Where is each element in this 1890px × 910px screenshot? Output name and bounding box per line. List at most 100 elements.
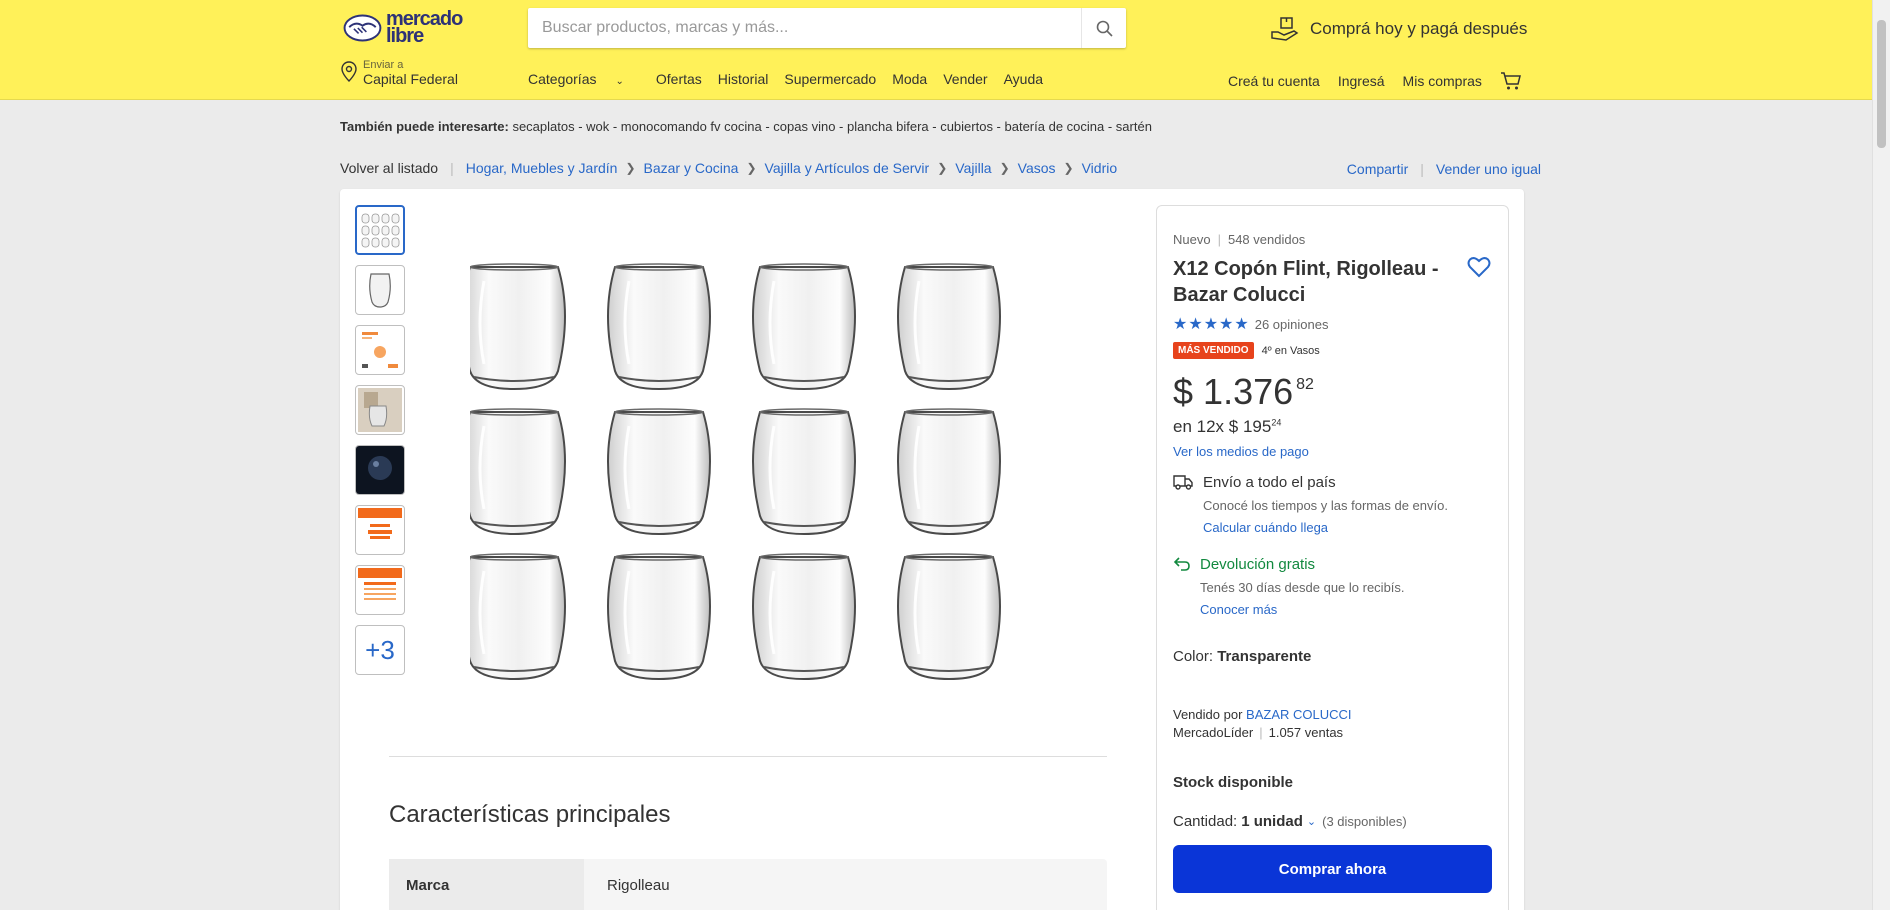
dark-photo-thumbnail	[356, 446, 404, 494]
seller-link[interactable]: BAZAR COLUCCI	[1246, 707, 1351, 722]
price-cents: 82	[1296, 376, 1314, 393]
chevron-right-icon: ❯	[937, 161, 948, 175]
account-nav: Creá tu cuenta Ingresá Mis compras	[1228, 71, 1522, 91]
breadcrumb-item[interactable]: Vasos	[1018, 160, 1056, 176]
breadcrumb-item[interactable]: Bazar y Cocina	[644, 160, 739, 176]
quantity-available: (3 disponibles)	[1322, 814, 1407, 829]
promo-banner[interactable]: Comprá hoy y pagá después	[1270, 14, 1527, 44]
favorite-button[interactable]	[1467, 256, 1491, 283]
product-main-image[interactable]	[462, 259, 1040, 689]
create-account-link[interactable]: Creá tu cuenta	[1228, 73, 1320, 89]
thumbnail-3[interactable]	[355, 325, 405, 375]
shipping-title: Envío a todo el país	[1203, 474, 1336, 491]
scrollbar-thumb[interactable]	[1877, 20, 1886, 148]
quantity-value: 1 unidad	[1241, 813, 1303, 830]
glass-1	[462, 263, 566, 391]
breadcrumb-item[interactable]: Vajilla y Artículos de Servir	[765, 160, 930, 176]
breadcrumb-item[interactable]: Hogar, Muebles y Jardín	[466, 160, 618, 176]
installments: en 12x $ 19524	[1173, 417, 1281, 437]
return-title: Devolución gratis	[1200, 556, 1316, 573]
nav-supermercado[interactable]: Supermercado	[784, 71, 876, 87]
payment-methods-link[interactable]: Ver los medios de pago	[1173, 444, 1309, 459]
star-rating-icon: ★★★★★	[1173, 316, 1250, 333]
my-purchases-link[interactable]: Mis compras	[1403, 73, 1482, 89]
related-searches-items[interactable]: secaplatos - wok - monocomando fv cocina…	[512, 119, 1151, 134]
installments-text: en 12x $ 195	[1173, 417, 1272, 436]
glass-5	[462, 408, 566, 536]
login-link[interactable]: Ingresá	[1338, 73, 1385, 89]
thumbnail-2[interactable]	[355, 265, 405, 315]
glass-4	[897, 263, 1001, 391]
share-link[interactable]: Compartir	[1347, 161, 1408, 177]
category-rank[interactable]: 4º en Vasos	[1262, 345, 1320, 357]
promo-text: Comprá hoy y pagá después	[1310, 19, 1528, 38]
return-more-link[interactable]: Conocer más	[1200, 602, 1277, 617]
thumbnail-1[interactable]	[355, 205, 405, 255]
thumbnail-list: +3	[355, 205, 405, 685]
cart-icon[interactable]	[1500, 71, 1522, 91]
stock-status: Stock disponible	[1173, 774, 1294, 791]
location-label: Enviar a	[363, 59, 404, 71]
return-subtitle: Tenés 30 días desde que lo recibís.	[1200, 580, 1405, 595]
glass-12	[897, 553, 1001, 681]
vertical-scrollbar[interactable]	[1872, 0, 1890, 910]
rating[interactable]: ★★★★★ 26 opiniones	[1173, 314, 1328, 334]
separator: |	[1420, 161, 1424, 177]
seller-info: Vendido por BAZAR COLUCCI MercadoLíder | 1…	[1173, 706, 1352, 742]
chevron-right-icon: ❯	[1063, 161, 1074, 175]
search-input[interactable]	[528, 8, 1068, 48]
thumbnail-6[interactable]	[355, 505, 405, 555]
product-card: +3 Características principales Marca Rig…	[340, 189, 1524, 910]
calculate-shipping-link[interactable]: Calcular cuándo llega	[1203, 520, 1328, 535]
thumbnail-more[interactable]: +3	[355, 625, 405, 675]
sold-by-label: Vendido por	[1173, 707, 1243, 722]
location-selector[interactable]: Enviar a Capital Federal	[340, 58, 458, 86]
related-searches-label: También puede interesarte:	[340, 119, 509, 134]
search-icon	[1096, 20, 1113, 37]
location-pin-icon	[341, 61, 357, 82]
back-to-list-link[interactable]: Volver al listado	[340, 160, 438, 176]
features-title: Características principales	[389, 801, 671, 828]
quantity-selector[interactable]: Cantidad: 1 unidad ⌄ (3 disponibles)	[1173, 813, 1407, 830]
nav-historial[interactable]: Historial	[718, 71, 769, 87]
related-searches: También puede interesarte: secaplatos - …	[340, 119, 1152, 134]
mercadolibre-logo[interactable]: mercado libre	[343, 9, 478, 47]
seller-level: MercadoLíder	[1173, 725, 1254, 740]
search-box	[528, 8, 1126, 48]
logo-text: mercado libre	[385, 8, 463, 47]
thumbnail-5[interactable]	[355, 445, 405, 495]
breadcrumb-item[interactable]: Vajilla	[955, 160, 991, 176]
nav-ofertas[interactable]: Ofertas	[656, 71, 702, 87]
sell-similar-link[interactable]: Vender uno igual	[1436, 161, 1541, 177]
price-integer: 1.376	[1203, 371, 1294, 412]
nav-vender[interactable]: Vender	[943, 71, 987, 87]
chevron-down-icon: ⌄	[1306, 816, 1317, 828]
nav-ayuda[interactable]: Ayuda	[1004, 71, 1043, 87]
seller-sales: 1.057 ventas	[1268, 725, 1344, 740]
nav-moda[interactable]: Moda	[892, 71, 927, 87]
handshake-logo-icon	[343, 14, 382, 42]
glass-6	[607, 408, 711, 536]
thumbnail-7[interactable]	[355, 565, 405, 615]
nav-categorias[interactable]: Categorías ⌄	[528, 71, 640, 87]
glasses-image	[462, 263, 1001, 681]
search-button[interactable]	[1081, 8, 1126, 48]
header: mercado libre Comprá hoy y pagá después …	[0, 0, 1872, 100]
chevron-right-icon: ❯	[746, 161, 757, 175]
glass-8	[897, 408, 1001, 536]
condition: Nuevo	[1173, 232, 1211, 247]
spec-value-marca: Rigolleau	[607, 877, 670, 894]
quantity-label: Cantidad:	[1173, 813, 1238, 830]
truck-icon	[1173, 475, 1193, 490]
thumbnail-4[interactable]	[355, 385, 405, 435]
buy-now-button[interactable]: Comprar ahora	[1173, 845, 1492, 893]
product-info-thumbnail	[362, 332, 398, 368]
spec-table: Marca Rigolleau	[389, 859, 1107, 910]
breadcrumb-item[interactable]: Vidrio	[1082, 160, 1118, 176]
photo-thumbnail	[358, 388, 402, 432]
more-images-count: +3	[365, 634, 395, 665]
glass-7	[752, 408, 856, 536]
location-value: Capital Federal	[363, 71, 458, 87]
price: $ 1.376 82	[1173, 371, 1314, 413]
spec-key-marca: Marca	[389, 859, 584, 910]
